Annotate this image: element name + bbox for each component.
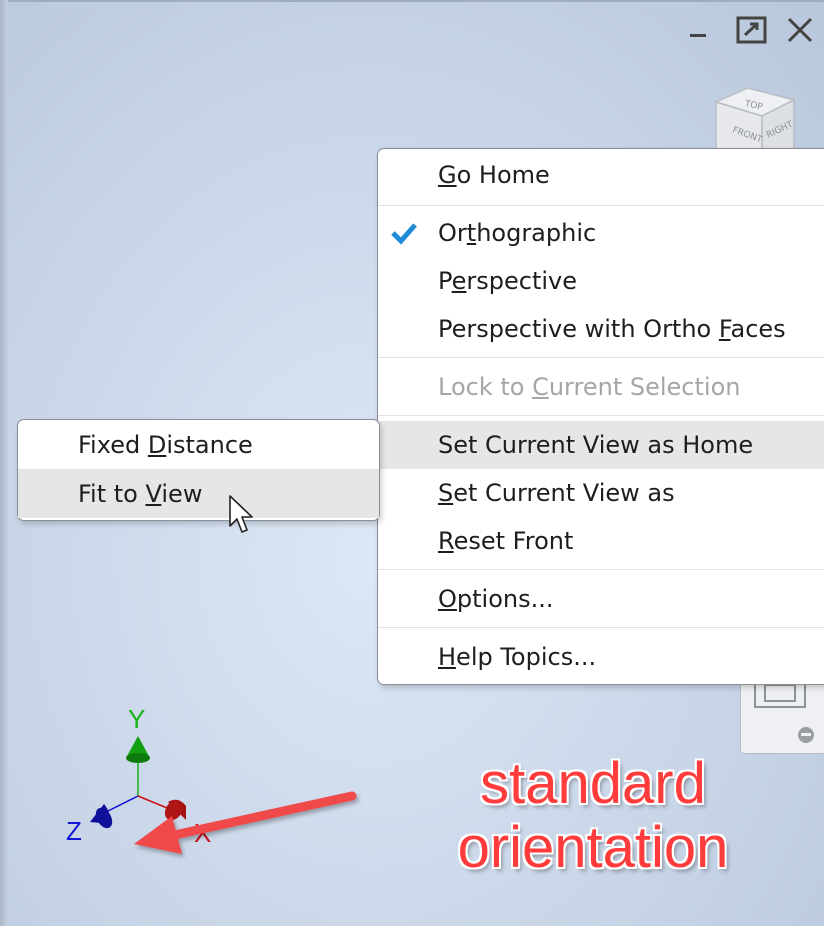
menu-item-go-home[interactable]: Go Home (378, 151, 824, 199)
menu-item-label: Perspective with Ortho Faces (438, 315, 786, 343)
menu-item-label: Orthographic (438, 219, 597, 247)
menu-item-label: Lock to Current Selection (438, 373, 741, 401)
menu-item-label: Set Current View as (438, 479, 675, 507)
menu-item-label: Set Current View as Home (438, 431, 754, 459)
menu-item-perspective-ortho-faces[interactable]: Perspective with Ortho Faces (378, 305, 824, 353)
annotation-arrow-icon (134, 791, 357, 854)
checkmark-icon (391, 223, 417, 245)
menu-item-options[interactable]: Options... (378, 575, 824, 623)
menu-item-label: Help Topics... (438, 643, 597, 671)
maximize-icon (736, 16, 767, 44)
minimize-button[interactable] (680, 12, 716, 48)
close-button[interactable] (782, 12, 818, 48)
menu-item-set-view-as-home[interactable]: Set Current View as Home (378, 421, 824, 469)
mouse-cursor-icon (229, 495, 253, 533)
menu-item-label: Perspective (438, 267, 578, 295)
menu-separator (378, 205, 824, 206)
menu-item-reset-front[interactable]: Reset Front (378, 517, 824, 565)
menu-separator (378, 627, 824, 628)
submenu-item-fixed-distance[interactable]: Fixed Distance (18, 421, 379, 469)
viewport-left-edge (0, 0, 8, 926)
submenu-item-label: Fit to View (78, 480, 203, 508)
menu-item-label: Reset Front (438, 527, 574, 555)
close-icon (787, 17, 813, 43)
minimize-icon (690, 34, 706, 37)
menu-item-set-view-as[interactable]: Set Current View as (378, 469, 824, 517)
menu-item-help-topics[interactable]: Help Topics... (378, 633, 824, 681)
menu-item-lock-to-selection[interactable]: Lock to Current Selection (378, 363, 824, 411)
menu-separator (378, 357, 824, 358)
menu-separator (378, 569, 824, 570)
menu-item-label: Options... (438, 585, 554, 613)
submenu-item-fit-to-view[interactable]: Fit to View (18, 470, 379, 518)
viewcube-context-menu: Go Home Orthographic Perspective Perspec… (377, 148, 824, 685)
maximize-button[interactable] (734, 12, 770, 48)
set-view-as-home-submenu: Fixed Distance Fit to View (17, 419, 380, 521)
axis-y-label: Y (128, 704, 146, 734)
submenu-item-label: Fixed Distance (78, 431, 253, 459)
annotation-text-line2: orientation (457, 815, 730, 881)
axis-z-label: Z (66, 816, 82, 846)
viewport-top-edge (0, 0, 824, 2)
menu-item-orthographic[interactable]: Orthographic (378, 209, 824, 257)
menu-item-label: Go Home (438, 161, 550, 189)
menu-separator (378, 415, 824, 416)
menu-item-perspective[interactable]: Perspective (378, 257, 824, 305)
annotation-text-line1: standard (479, 751, 707, 817)
